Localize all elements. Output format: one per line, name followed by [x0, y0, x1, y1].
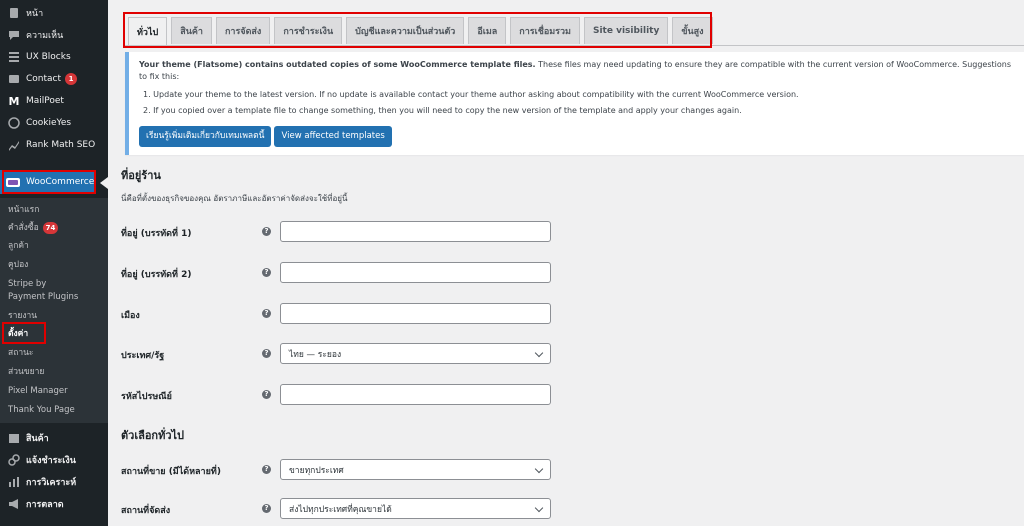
page-icon: [7, 6, 21, 20]
address1-label: ที่อยู่ (บรรทัดที่ 1): [121, 229, 192, 239]
shipping-locations-select[interactable]: ส่งไปทุกประเทศที่คุณขายได้: [280, 498, 551, 519]
sidebar-item-label: MailPoet: [26, 96, 64, 106]
sidebar-item-label: ความเห็น: [26, 31, 64, 41]
comment-icon: [7, 28, 21, 42]
address1-input[interactable]: [280, 221, 551, 242]
blocks-icon: [7, 50, 21, 64]
link-icon: [7, 453, 21, 467]
address2-input[interactable]: [280, 262, 551, 283]
postcode-input[interactable]: [280, 384, 551, 405]
highlight-box-woocommerce: [2, 170, 96, 194]
notice-item-2: 2. If you copied over a template file to…: [143, 106, 742, 115]
help-icon[interactable]: ?: [262, 390, 271, 399]
submenu-item-pixel-manager[interactable]: Pixel Manager: [8, 386, 68, 397]
submenu-item-stripe-line2[interactable]: Payment Plugins: [8, 292, 78, 303]
shipping-locations-label: สถานที่จัดส่ง: [121, 506, 171, 516]
sidebar-item-label: สินค้า: [26, 434, 49, 444]
submenu-item-thank-you-page[interactable]: Thank You Page: [8, 405, 75, 416]
submenu-item-status[interactable]: สถานะ: [8, 348, 33, 359]
sidebar-item-comments[interactable]: ความเห็น: [0, 24, 108, 46]
submenu-item-home[interactable]: หน้าแรก: [8, 205, 39, 216]
help-icon[interactable]: ?: [262, 227, 271, 236]
submenu-item-customers[interactable]: ลูกค้า: [8, 241, 29, 252]
chart-icon: [7, 138, 21, 152]
notification-badge: 1: [65, 73, 78, 85]
help-icon[interactable]: ?: [262, 465, 271, 474]
sidebar-item-ux-blocks[interactable]: UX Blocks: [0, 46, 108, 68]
help-icon[interactable]: ?: [262, 349, 271, 358]
address2-label: ที่อยู่ (บรรทัดที่ 2): [121, 270, 192, 280]
sidebar-item-cookieyes[interactable]: CookieYes: [0, 112, 108, 134]
sidebar-item-label: แจ้งชำระเงิน: [26, 456, 76, 466]
orders-count-badge: 74: [42, 222, 59, 234]
highlight-box-settings: [2, 322, 46, 344]
submenu-item-extensions[interactable]: ส่วนขยาย: [8, 367, 44, 378]
current-menu-arrow: [100, 177, 108, 189]
sidebar-item-label: การวิเคราะห์: [26, 478, 77, 488]
country-state-select[interactable]: ไทย — ระยอง: [280, 343, 551, 364]
help-icon[interactable]: ?: [262, 504, 271, 513]
submenu-item-reports[interactable]: รายงาน: [8, 311, 37, 322]
outdated-templates-notice: Your theme (Flatsome) contains outdated …: [125, 52, 1024, 155]
general-options-title: ตัวเลือกทั่วไป: [121, 429, 185, 442]
store-address-title: ที่อยู่ร้าน: [121, 169, 161, 182]
selling-locations-label: สถานที่ขาย (มีได้หลายที่): [121, 467, 221, 477]
admin-sidebar: หน้า ความเห็น UX Blocks Contact 1 M Mail…: [0, 0, 108, 526]
country-state-label: ประเทศ/รัฐ: [121, 351, 165, 361]
woocommerce-submenu: หน้าแรก คำสั่งซื้อ 74 ลูกค้า คูปอง Stripe…: [0, 198, 108, 423]
sidebar-item-analytics[interactable]: การวิเคราะห์: [0, 471, 108, 493]
sidebar-item-label: UX Blocks: [26, 52, 71, 62]
sidebar-item-payment-notify[interactable]: แจ้งชำระเงิน: [0, 449, 108, 471]
megaphone-icon: [7, 497, 21, 511]
city-label: เมือง: [121, 311, 140, 321]
submenu-item-label: คำสั่งซื้อ: [8, 223, 39, 233]
sidebar-item-rank-math[interactable]: Rank Math SEO: [0, 134, 108, 156]
sidebar-item-marketing[interactable]: การตลาด: [0, 493, 108, 515]
sidebar-item-contact[interactable]: Contact 1: [0, 68, 108, 90]
sidebar-item-mailpoet[interactable]: M MailPoet: [0, 90, 108, 112]
city-input[interactable]: [280, 303, 551, 324]
highlight-box-tabs: [123, 12, 712, 48]
sidebar-item-label: CookieYes: [26, 118, 72, 128]
selling-locations-select[interactable]: ขายทุกประเทศ: [280, 459, 551, 480]
notice-item-1: 1. Update your theme to the latest versi…: [143, 90, 799, 99]
sidebar-item-label: หน้า: [26, 9, 44, 19]
view-affected-templates-button[interactable]: View affected templates: [274, 126, 392, 147]
mail-icon: [7, 72, 21, 86]
mailpoet-icon: M: [8, 94, 20, 108]
notice-text: Your theme (Flatsome) contains outdated …: [139, 59, 1014, 83]
sidebar-item-label: Contact: [26, 74, 62, 84]
postcode-label: รหัสไปรษณีย์: [121, 392, 172, 402]
box-icon: [7, 431, 21, 445]
notice-text-bold: Your theme (Flatsome) contains outdated …: [139, 60, 536, 69]
bar-chart-icon: [7, 475, 21, 489]
submenu-item-stripe[interactable]: Stripe by: [8, 279, 46, 290]
main-content: ทั่วไป สินค้า การจัดส่ง การชำระเงิน บัญช…: [108, 0, 1024, 526]
help-icon[interactable]: ?: [262, 309, 271, 318]
sidebar-item-products[interactable]: สินค้า: [0, 427, 108, 449]
sidebar-item-label: Rank Math SEO: [26, 140, 96, 150]
sidebar-item-label: การตลาด: [26, 500, 64, 510]
submenu-item-orders[interactable]: คำสั่งซื้อ 74: [8, 222, 59, 234]
learn-more-button[interactable]: เรียนรู้เพิ่มเติมเกี่ยวกับเทมเพลตนี้: [139, 126, 272, 147]
cookie-icon: [7, 116, 21, 130]
submenu-item-coupons[interactable]: คูปอง: [8, 260, 28, 271]
help-icon[interactable]: ?: [262, 268, 271, 277]
store-address-description: นี่คือที่ตั้งของธุรกิจของคุณ อัตราภาษีแล…: [121, 194, 348, 203]
sidebar-item-pages[interactable]: หน้า: [0, 2, 108, 24]
